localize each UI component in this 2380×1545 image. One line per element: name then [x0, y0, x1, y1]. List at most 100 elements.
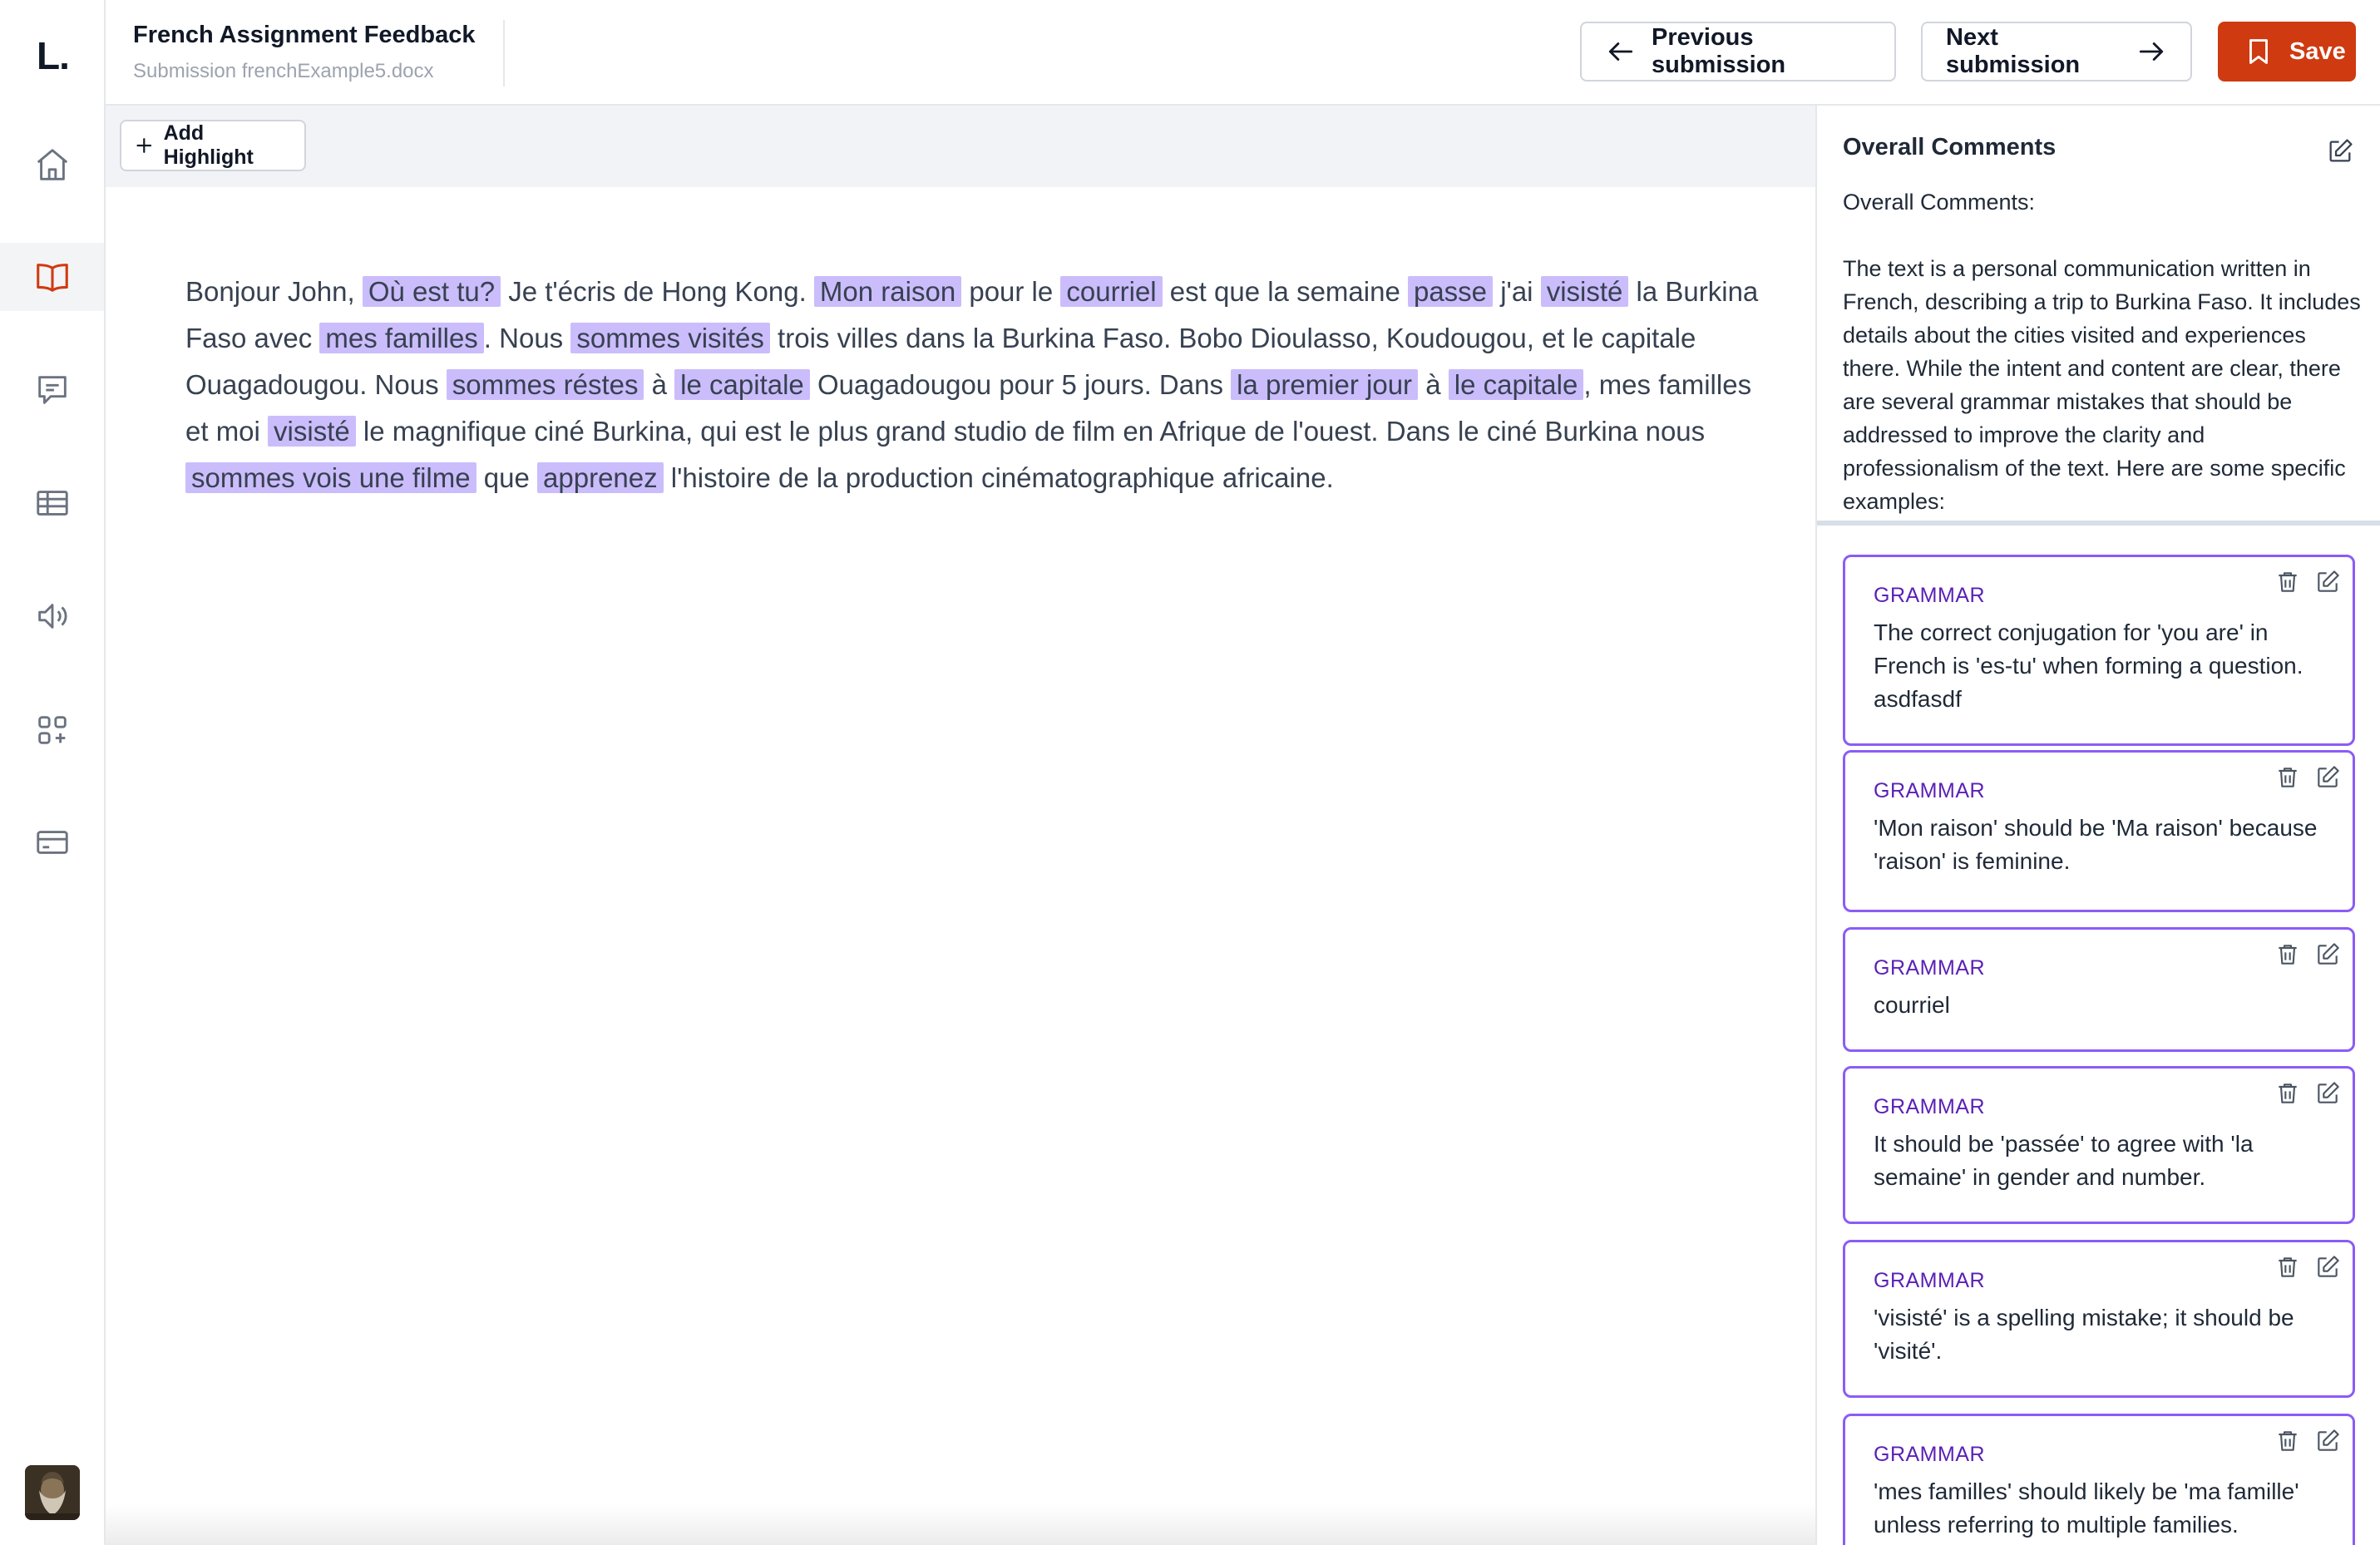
comment-card[interactable]: GRAMMAR The correct conjugation for 'you …: [1843, 555, 2355, 746]
top-bar: French Assignment Feedback Submission fr…: [106, 0, 2380, 106]
text-segment: à: [1418, 369, 1449, 400]
sidebar-item-audio[interactable]: [0, 582, 104, 650]
document-toolbar: Add Highlight: [106, 106, 1815, 187]
user-avatar[interactable]: [25, 1465, 80, 1520]
speaker-icon: [37, 604, 67, 629]
home-icon: [37, 149, 67, 180]
plus-icon: [136, 138, 152, 153]
document-area: Add Highlight Bonjour John, Où est tu? J…: [106, 106, 1815, 1545]
comment-card[interactable]: GRAMMAR 'Mon raison' should be 'Ma raison…: [1843, 750, 2355, 912]
text-segment: le magnifique ciné Burkina, qui est le p…: [355, 416, 1706, 447]
trash-icon[interactable]: [2274, 569, 2301, 595]
comment-card[interactable]: GRAMMAR 'mes familles' should likely be '…: [1843, 1414, 2355, 1545]
sidebar-item-assignments[interactable]: [0, 243, 104, 311]
save-button[interactable]: Save: [2218, 22, 2356, 81]
comment-text: 'mes familles' should likely be 'ma fami…: [1874, 1478, 2299, 1538]
title-block: French Assignment Feedback Submission fr…: [133, 20, 506, 86]
highlighted-phrase[interactable]: apprenez: [537, 462, 664, 493]
text-segment: est que la semaine: [1162, 276, 1408, 307]
highlighted-phrase[interactable]: le capitale: [1448, 369, 1584, 400]
sidebar-item-billing[interactable]: [0, 808, 104, 876]
trash-icon[interactable]: [2274, 764, 2301, 791]
apps-icon: [37, 716, 67, 744]
highlighted-phrase[interactable]: passe: [1407, 276, 1494, 307]
highlighted-phrase[interactable]: Mon raison: [813, 276, 962, 307]
comment-category: GRAMMAR: [1874, 779, 1986, 802]
comment-text: 'Mon raison' should be 'Ma raison' becau…: [1874, 815, 2318, 874]
arrow-left-icon: [1608, 42, 1633, 61]
sidebar-item-messages[interactable]: [0, 356, 104, 424]
text-segment: Ouagadougou pour 5 jours. Dans: [809, 369, 1232, 400]
sidebar-item-gradebook[interactable]: [0, 469, 104, 537]
comment-actions: [2274, 1080, 2341, 1107]
next-submission-button[interactable]: Next submission: [1921, 22, 2192, 81]
comment-card[interactable]: GRAMMAR It should be 'passée' to agree wi…: [1843, 1066, 2355, 1224]
comment-category: GRAMMAR: [1874, 956, 1986, 980]
edit-icon[interactable]: [2314, 1254, 2341, 1281]
highlighted-phrase[interactable]: Où est tu?: [362, 276, 501, 307]
card-icon: [36, 831, 68, 854]
highlighted-phrase[interactable]: sommes vois une filme: [185, 462, 476, 493]
comment-text: 'visisté' is a spelling mistake; it shou…: [1874, 1305, 2294, 1364]
highlighted-phrase[interactable]: visisté: [268, 416, 356, 447]
text-segment: . Nous: [483, 323, 571, 353]
previous-submission-button[interactable]: Previous submission: [1580, 22, 1896, 81]
arrow-right-icon: [2139, 42, 2164, 61]
highlighted-phrase[interactable]: le capitale: [674, 369, 810, 400]
overall-comments-heading: Overall Comments: [1843, 134, 2057, 160]
next-submission-label: Next submission: [1946, 24, 2081, 78]
edit-icon[interactable]: [2314, 764, 2341, 791]
comment-text: The correct conjugation for 'you are' in…: [1874, 619, 2303, 712]
sidebar-item-apps[interactable]: [0, 696, 104, 764]
text-segment: Je t'écris de Hong Kong.: [501, 276, 814, 307]
submission-filename: Submission frenchExample5.docx: [133, 60, 434, 82]
trash-icon[interactable]: [2274, 1254, 2301, 1281]
highlighted-phrase[interactable]: mes familles: [319, 323, 484, 353]
submission-text: Bonjour John, Où est tu? Je t'écris de H…: [185, 269, 1765, 501]
text-segment: pour le: [961, 276, 1061, 307]
bottom-fade: [106, 1503, 1815, 1545]
overall-comments-text[interactable]: Overall Comments: The text is a personal…: [1843, 185, 2363, 518]
edit-icon[interactable]: [2326, 137, 2354, 165]
comment-card[interactable]: GRAMMAR courriel: [1843, 927, 2355, 1052]
comment-actions: [2274, 569, 2341, 595]
previous-submission-label: Previous submission: [1652, 24, 1786, 78]
text-segment: j'ai: [1493, 276, 1541, 307]
comment-category: GRAMMAR: [1874, 584, 1986, 607]
text-segment: Bonjour John,: [185, 276, 363, 307]
save-label: Save: [2289, 37, 2346, 65]
text-segment: l'histoire de la production cinématograp…: [663, 462, 1334, 493]
highlighted-phrase[interactable]: courriel: [1060, 276, 1163, 307]
edit-icon[interactable]: [2314, 941, 2341, 968]
comment-text: courriel: [1874, 992, 1950, 1018]
comment-card[interactable]: GRAMMAR 'visisté' is a spelling mistake; …: [1843, 1240, 2355, 1398]
add-highlight-label: Add Highlight: [163, 121, 254, 169]
comment-actions: [2274, 1254, 2341, 1281]
comment-category: GRAMMAR: [1874, 1269, 1986, 1292]
comment-actions: [2274, 941, 2341, 968]
edit-icon[interactable]: [2314, 1428, 2341, 1454]
edit-icon[interactable]: [2314, 1080, 2341, 1107]
edit-icon[interactable]: [2314, 569, 2341, 595]
book-icon: [36, 264, 68, 292]
highlighted-phrase[interactable]: la premier jour: [1231, 369, 1419, 400]
table-icon: [36, 491, 68, 516]
chat-icon: [37, 376, 67, 404]
trash-icon[interactable]: [2274, 1080, 2301, 1107]
highlighted-phrase[interactable]: sommes visités: [570, 323, 770, 353]
comment-text: It should be 'passée' to agree with 'la …: [1874, 1131, 2254, 1190]
sidebar-item-home[interactable]: [0, 131, 104, 199]
panel-divider[interactable]: [1817, 521, 2380, 526]
left-sidebar: L.: [0, 0, 106, 1545]
app-logo[interactable]: L.: [37, 33, 70, 78]
highlighted-phrase[interactable]: sommes réstes: [446, 369, 644, 400]
comment-actions: [2274, 1428, 2341, 1454]
highlighted-phrase[interactable]: visisté: [1540, 276, 1629, 307]
add-highlight-button[interactable]: Add Highlight: [120, 120, 306, 171]
trash-icon[interactable]: [2274, 1428, 2301, 1454]
page-title: French Assignment Feedback: [133, 22, 476, 48]
trash-icon[interactable]: [2274, 941, 2301, 968]
feedback-panel: Overall Comments Overall Comments: The t…: [1815, 106, 2380, 1545]
bookmark-icon: [2249, 39, 2268, 64]
comment-category: GRAMMAR: [1874, 1095, 1986, 1118]
